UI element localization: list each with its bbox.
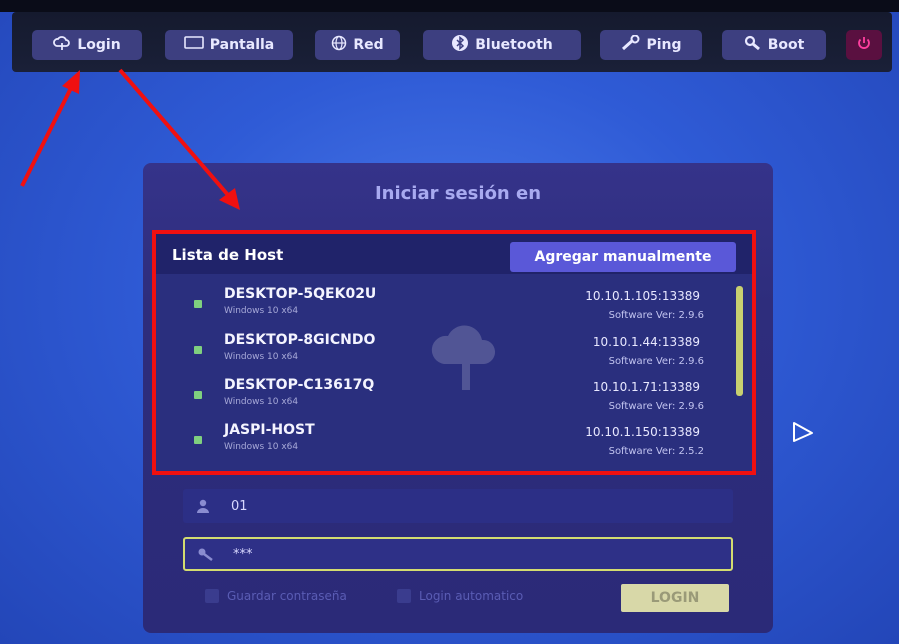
arrow-icon: [20, 70, 80, 187]
arrow-icon: [118, 68, 240, 210]
annotation-arrows: [20, 68, 240, 210]
